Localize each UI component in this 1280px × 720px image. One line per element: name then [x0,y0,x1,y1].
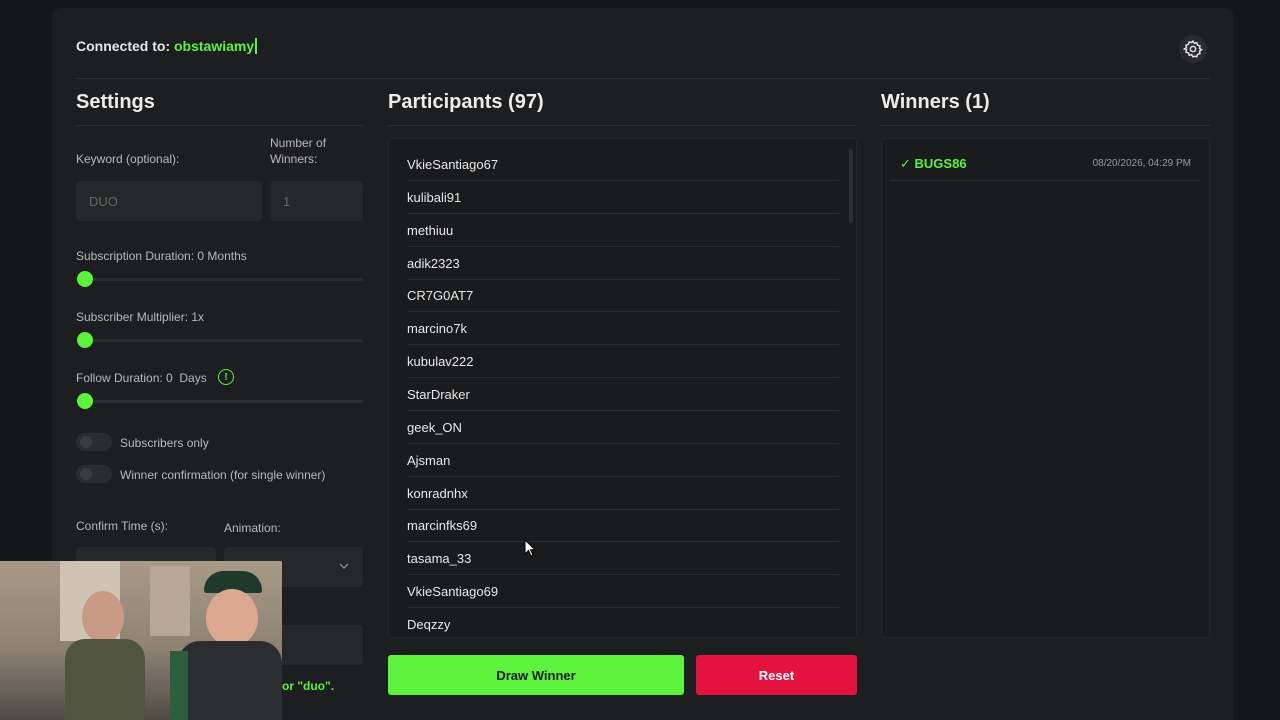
settings-button[interactable] [1179,35,1207,63]
winners-title: Winners (1) [881,91,990,113]
list-item[interactable]: VkieSantiago69 [407,575,839,608]
list-item[interactable]: Deqzzy [407,608,839,637]
settings-divider [76,125,363,126]
list-item[interactable]: StarDraker [407,378,839,411]
subscription-duration-label: Subscription Duration: 0 Months [76,249,247,263]
winners-count-label: Number of Winners: [270,136,327,166]
check-icon: ✓ [900,156,911,171]
keyword-input[interactable]: DUO [76,181,262,221]
list-item[interactable]: tasama_33 [407,542,839,575]
follow-duration-slider[interactable] [76,400,363,403]
connection-status: Connected to: obstawiamy [76,38,1210,60]
confirm-time-label: Confirm Time (s): [76,519,169,533]
winner-timestamp: 08/20/2026, 04:29 PM [1092,158,1191,169]
list-item[interactable]: kubulav222 [407,345,839,378]
list-item[interactable]: VkieSantiago67 [407,148,839,181]
subscriber-multiplier-handle[interactable] [77,332,93,348]
list-item[interactable]: marcino7k [407,312,839,345]
subscriber-multiplier-label: Subscriber Multiplier: 1x [76,310,205,324]
mouse-cursor-icon [524,539,536,557]
winners-divider [881,125,1210,126]
list-item[interactable]: kulibali91 [407,181,839,214]
list-item[interactable]: geek_ON [407,411,839,444]
list-item[interactable]: methiuu [407,214,839,247]
subscription-duration-slider[interactable] [76,278,363,281]
person-right [170,571,282,720]
winner-username: BUGS86 [914,156,967,171]
winner-row[interactable]: ✓ BUGS86 08/20/2026, 04:29 PM [890,149,1201,181]
follow-duration-handle[interactable] [77,393,93,409]
connected-label: Connected to: [76,38,171,54]
keyword-label: Keyword (optional): [76,152,180,166]
toggle-knob [80,468,92,480]
list-item[interactable]: CR7G0AT7 [407,279,839,312]
header-divider [76,78,1210,79]
winner-confirmation-label: Winner confirmation (for single winner) [120,468,326,482]
list-scrollbar[interactable] [849,149,853,223]
info-icon[interactable]: ! [218,369,234,385]
participants-divider [388,125,857,126]
subscribers-only-toggle[interactable] [76,433,112,451]
subscription-duration-handle[interactable] [77,271,93,287]
participants-title: Participants (97) [388,91,544,113]
list-item[interactable]: marcinfks69 [407,509,839,542]
chevron-down-icon [339,563,349,569]
list-item[interactable]: Ajsman [407,444,839,477]
animation-label: Animation: [224,521,281,535]
follow-duration-label: Follow Duration: 0 Days [76,371,207,385]
winners-list: ✓ BUGS86 08/20/2026, 04:29 PM [881,138,1210,638]
list-item[interactable]: konradnhx [407,477,839,510]
winner-name: ✓ BUGS86 [900,156,967,172]
webcam-overlay [0,561,282,720]
toggle-knob [80,436,92,448]
winner-confirmation-toggle[interactable] [76,465,112,483]
person-left [60,591,150,720]
keyword-hint-text: or "duo". [282,679,335,693]
subscribers-only-label: Subscribers only [120,436,209,450]
gear-icon [1183,39,1203,58]
settings-title: Settings [76,91,155,113]
list-item[interactable]: adik2323 [407,247,839,280]
draw-winner-button[interactable]: Draw Winner [388,655,684,695]
subscriber-multiplier-slider[interactable] [76,339,363,342]
channel-name: obstawiamy [174,38,258,54]
participants-list[interactable]: VkieSantiago67 kulibali91 methiuu adik23… [388,138,857,638]
reset-button[interactable]: Reset [696,655,857,695]
winners-count-input[interactable]: 1 [270,181,363,221]
